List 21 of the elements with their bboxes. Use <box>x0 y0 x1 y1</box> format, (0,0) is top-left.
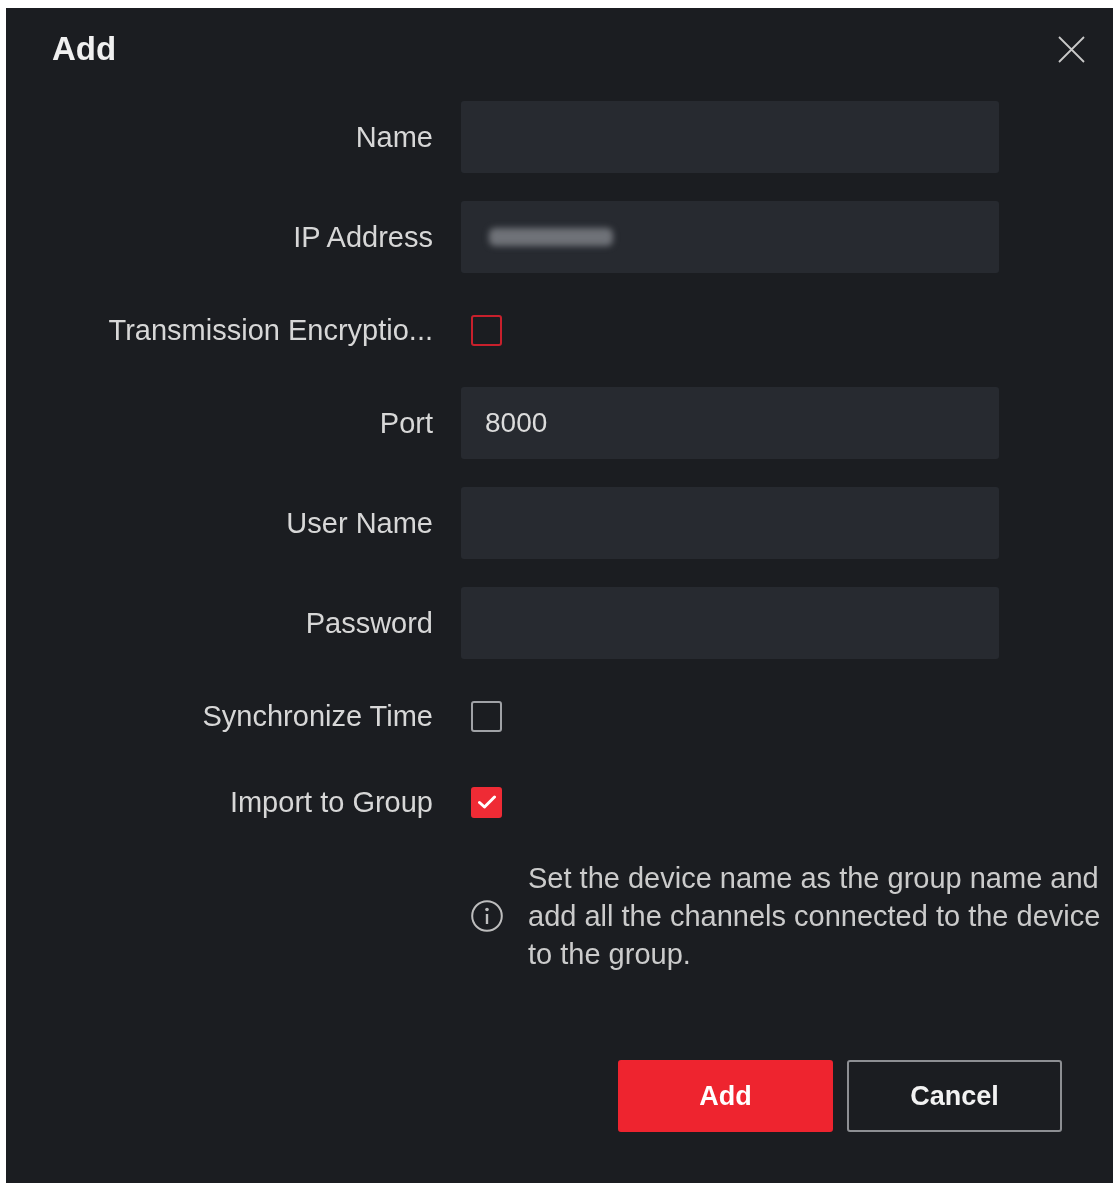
checkbox[interactable] <box>471 700 502 732</box>
field-label: Port <box>378 406 433 441</box>
checkmark-icon <box>477 795 496 809</box>
field-label: Synchronize Time <box>201 699 433 734</box>
cancel-button[interactable]: Cancel <box>847 1060 1062 1132</box>
add-button[interactable]: Add <box>618 1060 833 1132</box>
checkbox[interactable] <box>471 314 502 346</box>
field-label: Name <box>354 120 433 155</box>
field-label: User Name <box>285 506 433 541</box>
field-label: Import to Group <box>228 785 433 820</box>
dialog-title: Add <box>52 29 117 69</box>
info-note: Set the device name as the group name and add all the channels connected to the device to the group. <box>528 861 1102 972</box>
info-icon <box>471 900 503 932</box>
input-field[interactable]: 8000 <box>461 387 999 459</box>
field-label: Transmission Encryptio... <box>107 313 433 348</box>
close-button[interactable] <box>1058 35 1085 63</box>
field-label: IP Address <box>292 220 433 255</box>
close-icon <box>1058 35 1085 63</box>
checkbox[interactable] <box>471 786 502 818</box>
input-field[interactable] <box>461 201 999 273</box>
field-label: Password <box>304 606 433 641</box>
